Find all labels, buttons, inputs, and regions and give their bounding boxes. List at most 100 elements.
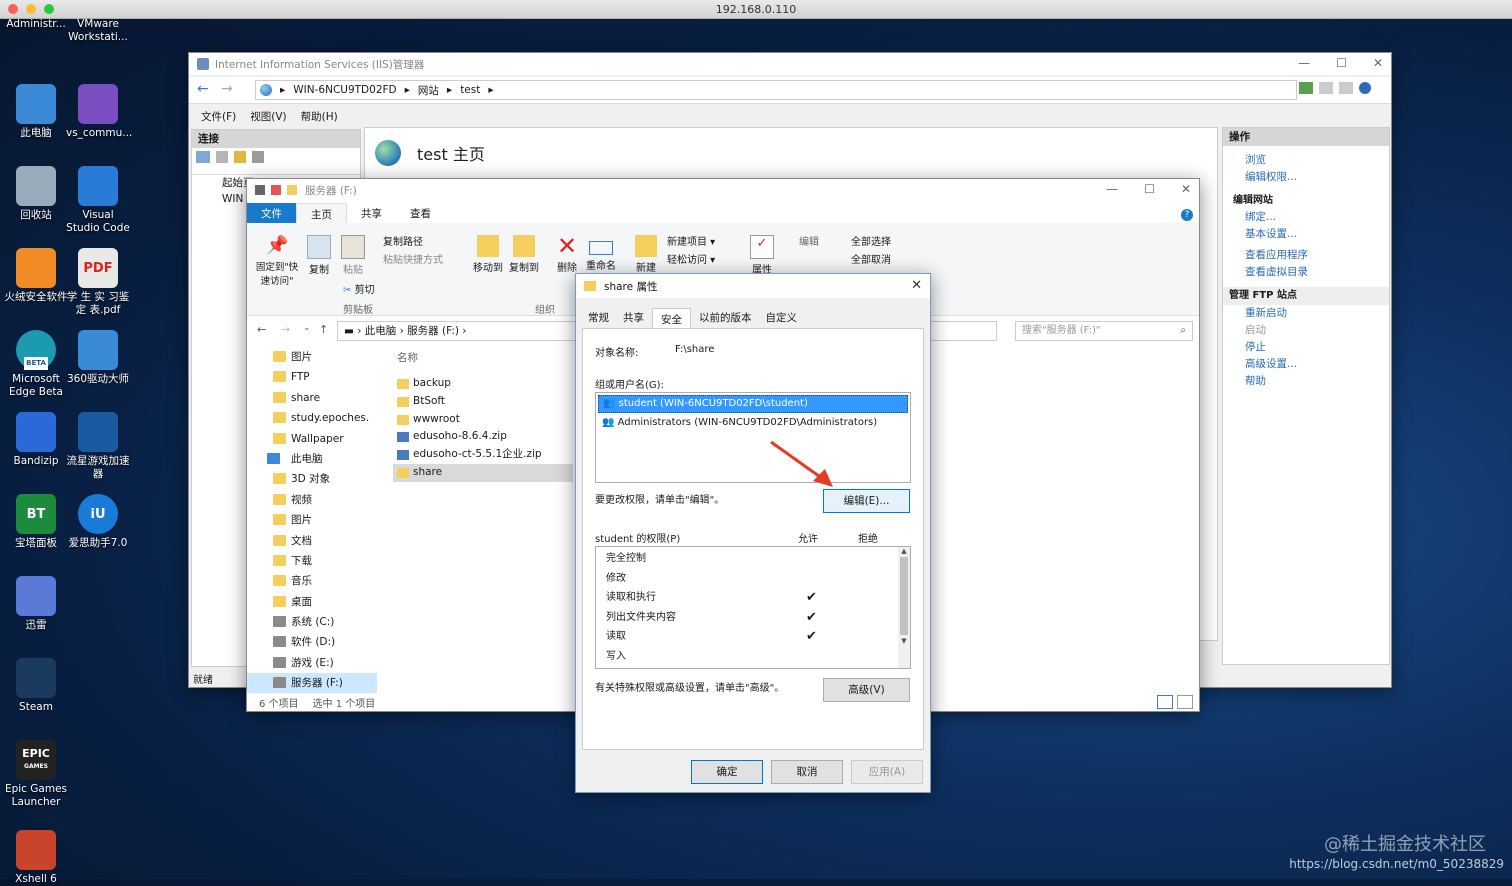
desktop-icon-vmware[interactable]: VMware Workstati... (66, 18, 130, 44)
nav-item[interactable]: 3D 对象 (247, 469, 377, 489)
nav-item[interactable]: 桌面 (247, 592, 377, 612)
apply-button[interactable]: 应用(A) (851, 760, 923, 784)
desktop-icon-recycle-bin[interactable]: 回收站 (4, 166, 68, 222)
nav-item[interactable]: 系统 (C:) (247, 612, 377, 632)
desktop-icon-vscode[interactable]: Visual Studio Code (66, 166, 130, 235)
advanced-button[interactable]: 高级(V) (823, 678, 910, 702)
tab-view[interactable]: 查看 (396, 203, 445, 223)
desktop-icon-huorong[interactable]: 火绒安全软件 (4, 248, 68, 304)
tab-file[interactable]: 文件 (247, 203, 296, 223)
quick-access-icons[interactable] (255, 185, 297, 195)
action-restart[interactable]: 重新启动 (1223, 305, 1389, 322)
dialog-close-icon[interactable]: ✕ (911, 278, 922, 293)
minimize-icon[interactable]: — (1106, 182, 1118, 196)
toolbar-icons[interactable] (1299, 82, 1371, 94)
tab-home[interactable]: 主页 (296, 203, 347, 223)
new-item-button[interactable]: 新建项目 ▾ (667, 233, 715, 248)
edit-button[interactable]: 编辑 (799, 233, 819, 248)
ok-button[interactable]: 确定 (691, 760, 763, 784)
close-icon[interactable]: ✕ (1181, 182, 1191, 196)
nav-item[interactable]: 视频 (247, 490, 377, 510)
save-icon[interactable] (216, 151, 228, 163)
desktop-icon-xshell[interactable]: Xshell 6 (4, 830, 68, 886)
action-browse[interactable]: 浏览 (1223, 152, 1389, 169)
copy-to-button[interactable]: 复制到 (507, 235, 541, 274)
nav-up-icon[interactable]: ↑ (319, 323, 328, 336)
tab-security[interactable]: 安全 (652, 308, 691, 330)
nav-recent-icon[interactable]: ⌄ (303, 323, 311, 333)
address-path[interactable]: ▸ WIN-6NCU9TD02FD ▸ 网站 ▸ test ▸ (255, 80, 1297, 100)
minimize-icon[interactable]: — (1298, 56, 1310, 70)
desktop-icon-pdf[interactable]: PDF 学 生 实 习鉴 定 表.pdf (66, 248, 130, 317)
nav-item[interactable]: 图片 (247, 510, 377, 530)
path-this-pc[interactable]: 此电脑 (365, 325, 397, 337)
desktop-icon-visual-studio[interactable]: vs_commu... (66, 84, 132, 140)
users-list[interactable]: 👥 student (WIN-6NCU9TD02FD\student) 👥 Ad… (595, 392, 911, 483)
refresh-icon[interactable] (1339, 82, 1353, 94)
new-folder-button[interactable]: 新建 (631, 235, 661, 274)
nav-item[interactable]: 音乐 (247, 571, 377, 591)
action-advanced[interactable]: 高级设置... (1223, 356, 1389, 373)
file-list-item[interactable]: edusoho-8.6.4.zip (393, 428, 573, 446)
nav-item[interactable]: 服务器 (F:) (247, 673, 377, 693)
select-all-button[interactable]: 全部选择 (851, 233, 891, 248)
nav-item[interactable]: 下载 (247, 551, 377, 571)
tab-previous-versions[interactable]: 以前的版本 (693, 308, 758, 330)
breadcrumb-site[interactable]: test (460, 84, 480, 96)
cancel-button[interactable]: 取消 (771, 760, 843, 784)
nav-item[interactable]: 图片 (247, 347, 377, 367)
easy-access-button[interactable]: 轻松访问 ▾ (667, 251, 715, 266)
action-basic-settings[interactable]: 基本设置... (1223, 226, 1389, 243)
nav-item[interactable]: study.epoches. (247, 408, 377, 428)
connect-server-icon[interactable] (196, 151, 210, 163)
explorer-search[interactable]: 搜索"服务器 (F:)" ⌕ (1015, 321, 1193, 341)
nav-item[interactable]: FTP (247, 367, 377, 387)
paste-button[interactable]: 粘贴 (339, 235, 367, 276)
desktop-icon-thunder[interactable]: 迅雷 (4, 576, 68, 632)
action-help[interactable]: 帮助 (1223, 373, 1389, 390)
action-view-vdirs[interactable]: 查看虚拟目录 (1223, 264, 1389, 281)
desktop-icon-bandizip[interactable]: Bandizip (4, 412, 68, 468)
up-icon[interactable] (234, 151, 246, 163)
breadcrumb-sites[interactable]: 网站 (418, 83, 439, 98)
file-list-item[interactable]: BtSoft (393, 393, 573, 411)
tab-customize[interactable]: 自定义 (760, 308, 804, 330)
file-list-item[interactable]: wwwroot (393, 411, 573, 429)
breadcrumb-server[interactable]: WIN-6NCU9TD02FD (293, 84, 396, 96)
details-view-icon[interactable] (1157, 695, 1173, 709)
desktop-icon-driver[interactable]: 360驱动大师 (66, 330, 130, 386)
forward-icon[interactable]: → (221, 81, 233, 97)
file-list-item[interactable]: edusoho-ct-5.5.1企业.zip (393, 446, 573, 464)
paste-shortcut-button[interactable]: 粘贴快捷方式 (383, 251, 443, 266)
menu-view[interactable]: 视图(V) (250, 109, 286, 124)
desktop-icon-computer[interactable]: 此电脑 (4, 84, 68, 140)
file-list-item[interactable]: share (393, 463, 573, 482)
delete-conn-icon[interactable] (252, 151, 264, 163)
rename-button[interactable]: 重命名 (583, 235, 619, 272)
desktop-icon-epic[interactable]: EPIC GAMES Epic Games Launcher (4, 740, 68, 809)
nav-item[interactable]: share (247, 388, 377, 408)
tab-sharing[interactable]: 共享 (617, 308, 650, 330)
action-start[interactable]: 启动 (1223, 322, 1389, 339)
select-none-button[interactable]: 全部取消 (851, 251, 891, 266)
back-icon[interactable]: ← (197, 81, 209, 97)
nav-item[interactable]: 此电脑 (247, 449, 377, 469)
permissions-scrollbar[interactable]: ▲ ▼ (898, 547, 910, 668)
action-view-apps[interactable]: 查看应用程序 (1223, 247, 1389, 264)
menu-help[interactable]: 帮助(H) (301, 109, 338, 124)
copy-button[interactable]: 复制 (305, 235, 333, 276)
menu-file[interactable]: 文件(F) (201, 109, 236, 124)
desktop-icon-edge-beta[interactable]: BETA Microsoft Edge Beta (4, 330, 68, 399)
desktop-icon-accelerator[interactable]: 流星游戏加速器 (66, 412, 130, 481)
desktop-icon-i4[interactable]: iU 爱思助手7.0 (66, 494, 130, 550)
cut-button[interactable]: ✂ 剪切 (343, 281, 375, 296)
maximize-icon[interactable]: ☐ (1144, 182, 1155, 196)
user-administrators[interactable]: 👥 Administrators (WIN-6NCU9TD02FD\Admini… (598, 415, 908, 431)
connect-icon[interactable] (1299, 82, 1313, 94)
nav-item[interactable]: 文档 (247, 531, 377, 551)
edit-permissions-button[interactable]: 编辑(E)... (823, 489, 910, 513)
action-stop[interactable]: 停止 (1223, 339, 1389, 356)
close-icon[interactable]: ✕ (1373, 56, 1383, 70)
nav-back-icon[interactable]: ← (257, 323, 266, 336)
action-edit-permissions[interactable]: 编辑权限... (1223, 169, 1389, 186)
